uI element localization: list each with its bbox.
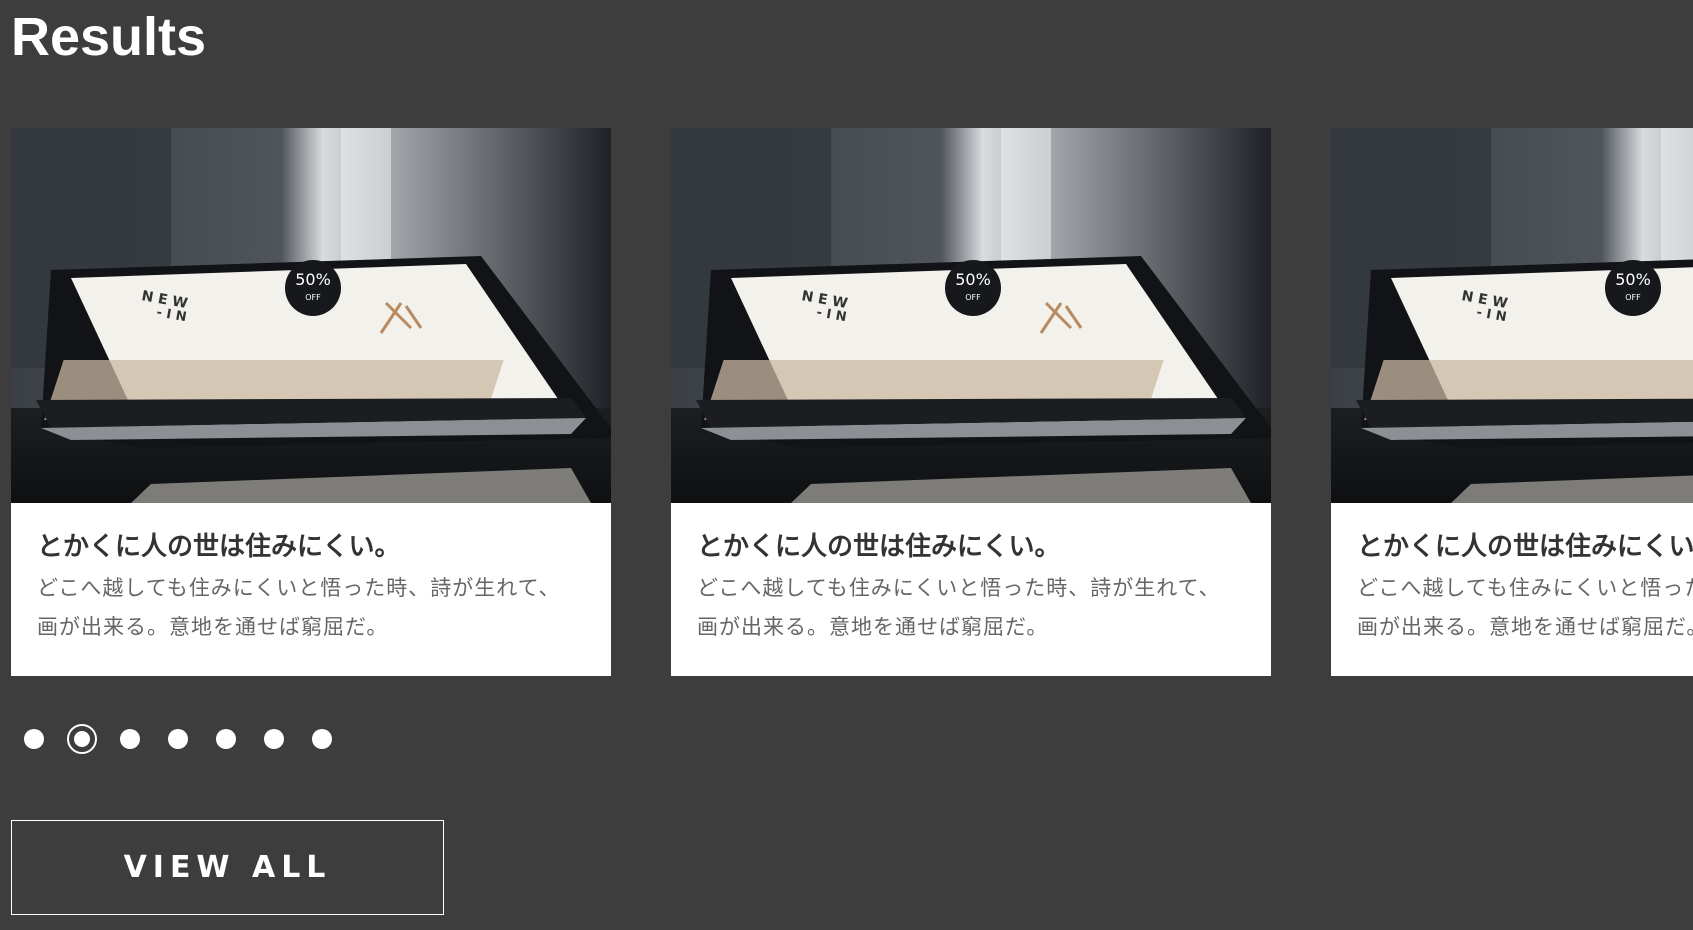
card-text: どこへ越しても住みにくいと悟った時、詩が生れて、画が出来る。意地を通せば窮屈だ。 [697, 576, 1221, 639]
card-body: とかくに人の世は住みにくい。 どこへ越しても住みにくいと悟った時、詩が生れて、画… [11, 503, 611, 676]
pagination-dot-1[interactable] [24, 729, 44, 749]
screen-badge-sub: OFF [965, 293, 981, 302]
carousel-pagination [24, 722, 360, 756]
card-title: とかくに人の世は住みにくい。 [697, 532, 1061, 562]
section-title: Results [11, 7, 207, 67]
card-text: どこへ越しても住みにくいと悟った時、詩が生れて、画が出来る。意地を通せば窮屈だ。 [37, 576, 561, 639]
pagination-dot-3[interactable] [120, 729, 140, 749]
pagination-dot-4[interactable] [168, 729, 188, 749]
screen-badge-sub: OFF [305, 293, 321, 302]
screen-badge: 50% [295, 270, 331, 289]
result-card-3[interactable]: 50% OFF N E W - I N とかくに人の世は住みにくい。 どこへ越し… [1331, 128, 1693, 676]
screen-badge: 50% [1615, 270, 1651, 289]
result-card-1[interactable]: 50% OFF N E W - I N とかくに人の世は住みにくい。 どこへ越し… [11, 128, 611, 676]
pagination-dot-6[interactable] [264, 729, 284, 749]
card-body: とかくに人の世は住みにくい。 どこへ越しても住みにくいと悟った時、詩が生れて、画… [1331, 503, 1693, 676]
card-text: どこへ越しても住みにくいと悟った時、詩が生れて、画が出来る。意地を通せば窮屈だ。 [1357, 576, 1693, 639]
pagination-dot-7[interactable] [312, 729, 332, 749]
pagination-dot-5[interactable] [216, 729, 236, 749]
screen-badge-sub: OFF [1625, 293, 1641, 302]
result-card-2[interactable]: 50% OFF N E W - I N とかくに人の世は住みにくい。 どこへ越し… [671, 128, 1271, 676]
card-image: 50% OFF N E W - I N [1331, 128, 1693, 503]
results-carousel[interactable]: 50% OFF N E W - I N とかくに人の世は住みにくい。 どこへ越し… [11, 128, 1693, 676]
card-body: とかくに人の世は住みにくい。 どこへ越しても住みにくいと悟った時、詩が生れて、画… [671, 503, 1271, 676]
card-image: 50% OFF N E W - I N [671, 128, 1271, 503]
card-image: 50% OFF N E W - I N [11, 128, 611, 503]
screen-badge: 50% [955, 270, 991, 289]
pagination-dot-2-active[interactable] [67, 724, 97, 754]
card-title: とかくに人の世は住みにくい。 [1357, 532, 1693, 562]
card-title: とかくに人の世は住みにくい。 [37, 532, 401, 562]
view-all-button[interactable]: VIEW ALL [11, 820, 444, 915]
